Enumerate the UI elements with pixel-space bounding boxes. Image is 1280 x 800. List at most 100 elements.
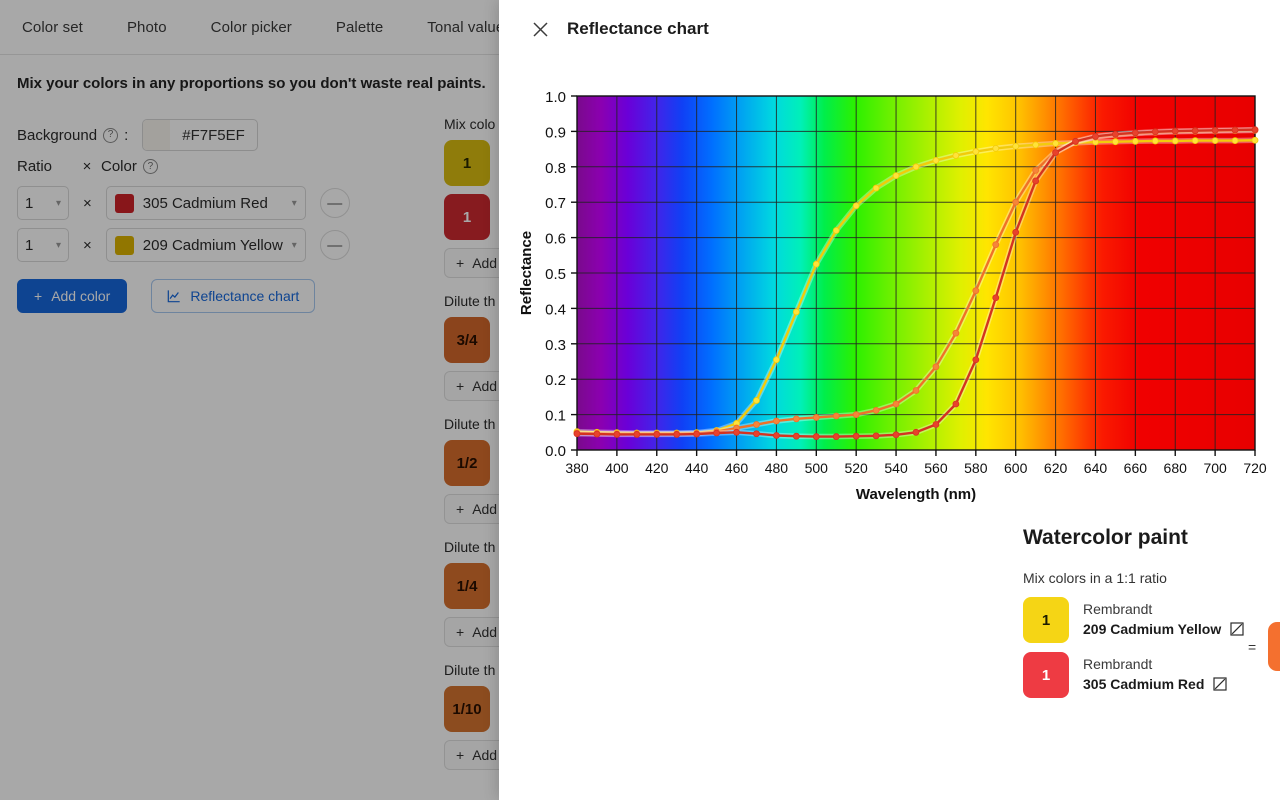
ratio-tile[interactable]: 1/4 (444, 563, 490, 609)
equals-sign: = (1248, 639, 1256, 655)
tab-color-set[interactable]: Color set (0, 0, 105, 55)
tab-photo[interactable]: Photo (105, 0, 189, 55)
help-icon[interactable]: ? (143, 159, 158, 174)
reflectance-chart-button[interactable]: Reflectance chart (151, 279, 315, 313)
data-point (973, 288, 979, 294)
data-point (813, 261, 819, 267)
data-point (833, 434, 839, 440)
data-point (873, 407, 879, 413)
result-color-swatch (1268, 622, 1280, 671)
data-point (853, 433, 859, 439)
remove-color-button[interactable]: — (320, 230, 350, 260)
x-tick-label: 500 (805, 460, 829, 476)
mix-item: 1Rembrandt305 Cadmium Red (1023, 652, 1244, 698)
data-point (1172, 138, 1178, 144)
background-color-row: Background ? : #F7F5EF (17, 119, 258, 151)
x-axis: 3804004204404604805005205405605806006206… (565, 450, 1267, 476)
data-point (993, 295, 999, 301)
close-icon[interactable] (529, 18, 551, 40)
color-name: 209 Cadmium Yellow (143, 237, 283, 254)
data-point (1013, 229, 1019, 235)
add-label: Add (472, 747, 497, 763)
ratio-value: 1 (25, 195, 33, 212)
add-color-button[interactable]: + Add color (17, 279, 127, 313)
data-point (753, 431, 759, 437)
ratio-color-header: Ratio × Color ? (17, 158, 158, 175)
data-point (873, 185, 879, 191)
paint-name: 209 Cadmium Yellow (1083, 619, 1221, 640)
action-button-row: + Add color Reflectance chart (17, 279, 315, 313)
mix-row: 1▾×305 Cadmium Red▾— (17, 186, 350, 220)
data-point (833, 413, 839, 419)
tab-palette[interactable]: Palette (314, 0, 405, 55)
tab-label: Palette (336, 19, 383, 36)
x-tick-label: 520 (844, 460, 868, 476)
part-tile: 1 (1023, 652, 1069, 698)
data-point (913, 388, 919, 394)
tab-color-picker[interactable]: Color picker (189, 0, 314, 55)
background-label: Background (17, 127, 97, 144)
data-point (753, 422, 759, 428)
x-tick-label: 660 (1124, 460, 1148, 476)
data-point (893, 173, 899, 179)
x-axis-title: Wavelength (nm) (856, 486, 976, 503)
data-point (913, 164, 919, 170)
data-point (1172, 128, 1178, 134)
y-tick-label: 0.8 (545, 160, 566, 177)
y-tick-label: 0.9 (545, 124, 566, 141)
data-point (873, 433, 879, 439)
x-tick-label: 540 (884, 460, 908, 476)
chevron-down-icon: ▾ (56, 198, 61, 209)
y-axis: 0.00.10.20.30.40.50.60.70.80.91.0 (545, 89, 577, 460)
color-select[interactable]: 305 Cadmium Red▾ (106, 186, 306, 220)
chevron-down-icon: ▾ (56, 240, 61, 251)
data-point (694, 431, 700, 437)
part-tile: 1 (1023, 597, 1069, 643)
ratio-tile[interactable]: 3/4 (444, 317, 490, 363)
data-point (594, 431, 600, 437)
x-tick-label: 560 (924, 460, 948, 476)
data-point (893, 401, 899, 407)
plus-icon: + (456, 378, 464, 394)
modal-title: Reflectance chart (567, 19, 709, 39)
ratio-select[interactable]: 1▾ (17, 228, 69, 262)
ratio-tile[interactable]: 1/10 (444, 686, 490, 732)
remove-color-button[interactable]: — (320, 188, 350, 218)
data-point (1232, 138, 1238, 144)
tab-label: Color picker (211, 19, 292, 36)
y-tick-label: 0.0 (545, 443, 566, 460)
data-point (714, 430, 720, 436)
data-point (1152, 138, 1158, 144)
paint-name: 305 Cadmium Red (1083, 674, 1204, 695)
background-hex-field[interactable]: #F7F5EF (142, 119, 258, 151)
data-point (793, 416, 799, 422)
background-color-swatch[interactable] (143, 120, 170, 150)
plus-icon: + (456, 747, 464, 763)
chevron-down-icon: ▾ (292, 240, 297, 251)
data-point (1033, 167, 1039, 173)
x-tick-label: 720 (1243, 460, 1267, 476)
ratio-select[interactable]: 1▾ (17, 186, 69, 220)
ratio-tile[interactable]: 1 (444, 194, 490, 240)
paint-type-title: Watercolor paint (1023, 526, 1188, 550)
paint-brand: Rembrandt (1083, 600, 1244, 619)
ratio-tile[interactable]: 1/2 (444, 440, 490, 486)
x-tick-label: 400 (605, 460, 629, 476)
x-tick-label: 460 (725, 460, 749, 476)
data-point (953, 401, 959, 407)
color-swatch (115, 194, 134, 213)
external-link-icon[interactable] (1230, 622, 1244, 636)
data-point (1053, 150, 1059, 156)
help-icon[interactable]: ? (103, 128, 118, 143)
data-point (1112, 131, 1118, 137)
data-point (993, 242, 999, 248)
multiply-sign: × (83, 195, 92, 212)
external-link-icon[interactable] (1213, 677, 1227, 691)
tab-label: Color set (22, 19, 83, 36)
data-point (1092, 133, 1098, 139)
ratio-tile[interactable]: 1 (444, 140, 490, 186)
ratio-value: 1 (25, 237, 33, 254)
data-point (674, 431, 680, 437)
color-select[interactable]: 209 Cadmium Yellow ▾ (106, 228, 306, 262)
data-point (1252, 127, 1258, 133)
